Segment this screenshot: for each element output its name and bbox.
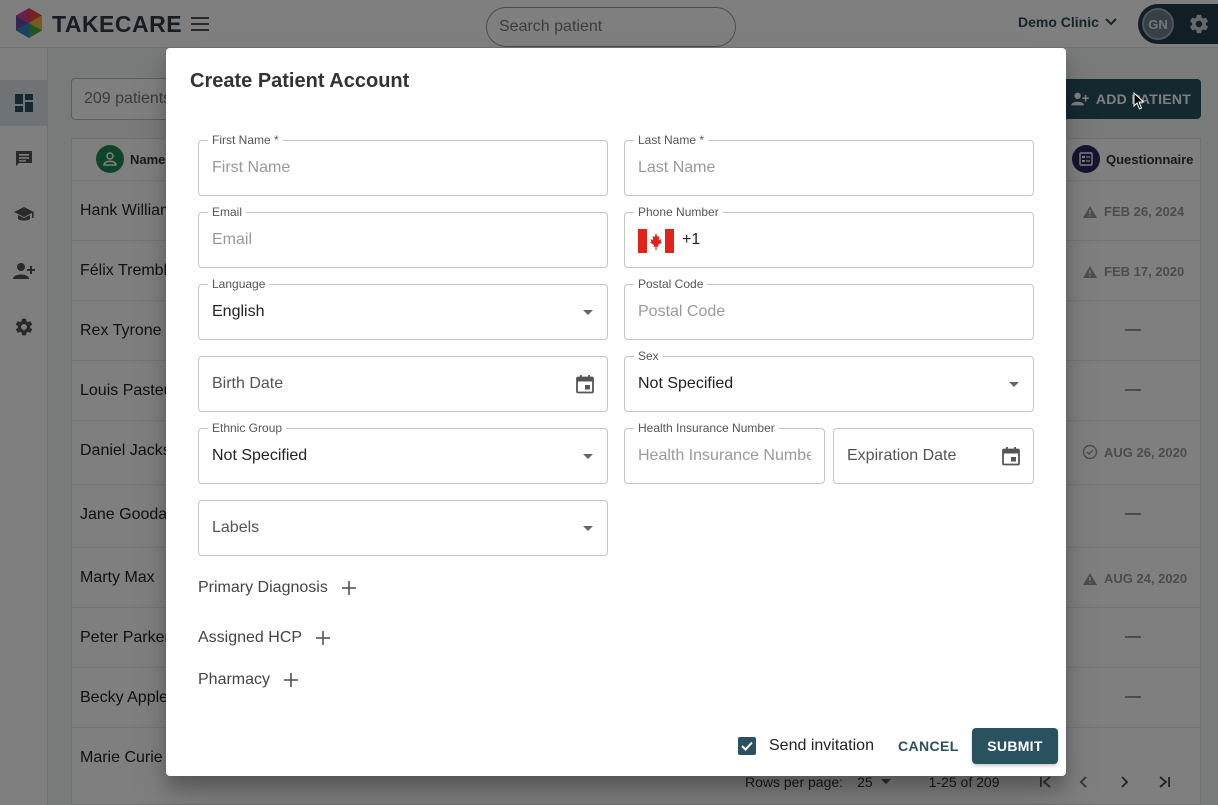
send-invitation-checkbox[interactable] <box>738 737 756 755</box>
primary-diagnosis-section[interactable]: Primary Diagnosis <box>198 579 358 597</box>
sex-select[interactable]: Sex Not Specified <box>624 349 1034 412</box>
language-value: English <box>212 303 265 320</box>
checkmark-icon <box>741 741 753 751</box>
ethnic-group-select[interactable]: Ethnic Group Not Specified <box>198 421 608 484</box>
calendar-icon[interactable] <box>1001 446 1021 466</box>
ethnic-group-label: Ethnic Group <box>208 421 287 435</box>
plus-icon[interactable] <box>340 579 358 597</box>
ethnic-group-value: Not Specified <box>212 447 308 464</box>
last-name-field[interactable]: Last Name * <box>624 133 1034 196</box>
caret-down-icon <box>583 310 593 315</box>
caret-down-icon <box>583 526 593 531</box>
email-input[interactable] <box>199 213 607 267</box>
primary-diagnosis-label: Primary Diagnosis <box>198 579 328 596</box>
send-invitation-label[interactable]: Send invitation <box>769 737 874 755</box>
first-name-field[interactable]: First Name * <box>198 133 608 196</box>
labels-select[interactable]: Labels <box>198 500 608 556</box>
create-patient-dialog: Create Patient Account First Name * Last… <box>166 48 1066 776</box>
plus-icon[interactable] <box>314 629 332 647</box>
canada-flag-icon[interactable] <box>638 229 674 253</box>
language-label: Language <box>208 277 270 291</box>
language-select[interactable]: Language English <box>198 277 608 340</box>
health-insurance-number-field[interactable]: Health Insurance Number <box>624 421 825 484</box>
dialog-title: Create Patient Account <box>190 70 410 92</box>
email-field[interactable]: Email <box>198 205 608 268</box>
assigned-hcp-label: Assigned HCP <box>198 629 303 646</box>
plus-icon[interactable] <box>282 671 300 689</box>
postal-code-input[interactable] <box>625 285 1033 339</box>
submit-button[interactable]: SUBMIT <box>972 728 1058 764</box>
phone-number-label: Phone Number <box>634 205 723 219</box>
birth-date-field[interactable]: Birth Date <box>198 356 608 412</box>
labels-placeholder: Labels <box>212 519 260 536</box>
dial-code: +1 <box>682 231 701 248</box>
caret-down-icon <box>583 454 593 459</box>
postal-code-field[interactable]: Postal Code <box>624 277 1034 340</box>
first-name-input[interactable] <box>199 141 607 195</box>
expiration-date-field[interactable]: Expiration Date <box>833 428 1034 484</box>
cancel-button[interactable]: CANCEL <box>898 738 959 754</box>
sex-label: Sex <box>634 349 663 363</box>
pharmacy-label: Pharmacy <box>198 671 271 688</box>
phone-number-field[interactable]: Phone Number +1 <box>624 205 1034 268</box>
mouse-cursor-icon <box>1133 92 1145 110</box>
birth-date-placeholder: Birth Date <box>212 375 284 392</box>
health-insurance-input[interactable] <box>625 429 824 483</box>
dialog-actions: Send invitation CANCEL SUBMIT <box>738 728 1058 764</box>
sex-value: Not Specified <box>638 375 734 392</box>
pharmacy-section[interactable]: Pharmacy <box>198 671 300 689</box>
caret-down-icon <box>1009 382 1019 387</box>
expiration-date-placeholder: Expiration Date <box>847 447 957 464</box>
last-name-input[interactable] <box>625 141 1033 195</box>
assigned-hcp-section[interactable]: Assigned HCP <box>198 629 332 647</box>
calendar-icon[interactable] <box>575 374 595 394</box>
